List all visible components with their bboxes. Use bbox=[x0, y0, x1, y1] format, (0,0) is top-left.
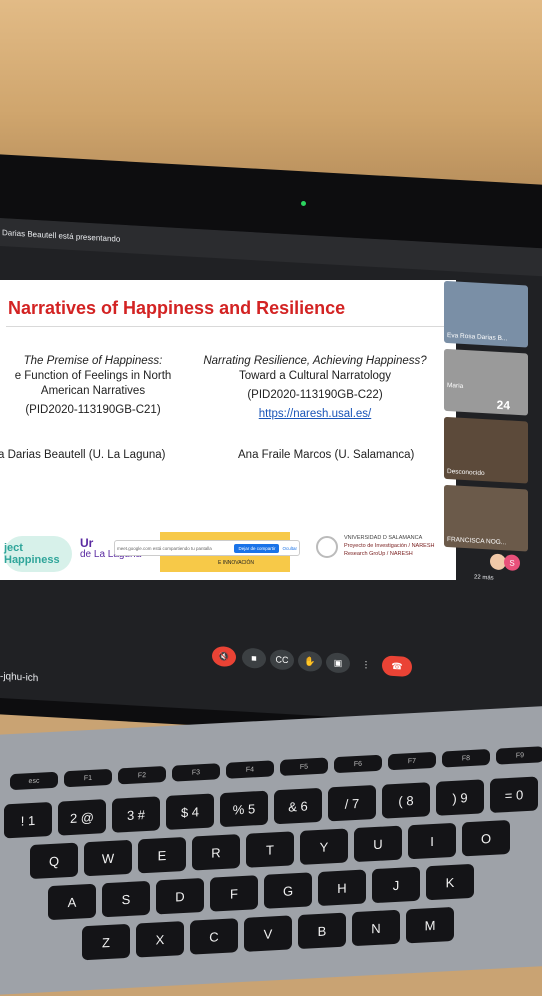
keyboard-key[interactable]: A bbox=[48, 883, 96, 921]
participant-name: Maria bbox=[447, 381, 464, 390]
keyboard-key[interactable]: F8 bbox=[442, 748, 490, 768]
project-happiness-text: ject Happiness bbox=[4, 542, 60, 566]
keyboard-key[interactable]: % 5 bbox=[220, 790, 268, 828]
keyboard-key[interactable]: W bbox=[84, 839, 132, 877]
screen-share-banner: meet.google.com está compartiendo tu pan… bbox=[114, 540, 300, 556]
raise-hand-icon[interactable]: ✋ bbox=[298, 650, 322, 673]
usal-logo: VNIVERSIDAD D SALAMANCA Proyecto de Inve… bbox=[316, 534, 444, 574]
usal-line1: VNIVERSIDAD D SALAMANCA bbox=[344, 535, 423, 541]
hide-banner-button[interactable]: Ocultar bbox=[282, 546, 297, 551]
participant-tile[interactable]: Desconocido bbox=[444, 416, 528, 484]
keyboard-key[interactable]: F9 bbox=[496, 746, 542, 765]
participant-name: Desconocido bbox=[447, 467, 485, 478]
participant-badge: 24 bbox=[496, 397, 510, 413]
project-happiness-logo: ject Happiness bbox=[4, 536, 72, 572]
right-project: Narrating Resilience, Achieving Happines… bbox=[200, 354, 430, 422]
more-participants-count[interactable]: 22 más bbox=[474, 575, 494, 582]
keyboard-key[interactable]: X bbox=[136, 921, 184, 958]
avatar-letter: S bbox=[509, 557, 515, 568]
slide-divider bbox=[6, 326, 444, 327]
keyboard-key[interactable]: O bbox=[462, 819, 510, 857]
slide-logos: ject Happiness Ur de La Laguna meet.goog… bbox=[0, 528, 456, 580]
keyboard-key[interactable]: F3 bbox=[172, 763, 220, 782]
keyboard-key[interactable]: F6 bbox=[334, 754, 382, 774]
keyboard-key[interactable]: F7 bbox=[388, 751, 436, 771]
mic-off-icon[interactable]: 🔇 bbox=[212, 645, 236, 668]
keyboard-key[interactable]: F bbox=[210, 875, 258, 912]
keyboard-key[interactable]: ! 1 bbox=[4, 801, 52, 839]
keyboard-key[interactable]: F4 bbox=[226, 760, 274, 779]
keyboard-key[interactable]: V bbox=[244, 915, 292, 952]
participant-name: Eva Rosa Darias B... bbox=[447, 331, 508, 343]
keyboard-key[interactable]: ( 8 bbox=[382, 782, 430, 819]
left-line1: The Premise of Happiness: bbox=[23, 355, 163, 367]
present-icon[interactable]: ▣ bbox=[326, 652, 350, 674]
stop-sharing-button[interactable]: Dejar de compartir bbox=[234, 543, 280, 553]
usal-text: VNIVERSIDAD D SALAMANCA Proyecto de Inve… bbox=[344, 534, 435, 558]
share-banner-text: meet.google.com está compartiendo tu pan… bbox=[117, 545, 212, 551]
keyboard-key[interactable]: G bbox=[264, 872, 312, 909]
keyboard-key[interactable]: ) 9 bbox=[436, 779, 484, 816]
participant-name: FRANCISCA NOG... bbox=[447, 535, 507, 547]
leave-call-icon[interactable]: ☎ bbox=[382, 655, 412, 678]
keyboard-key[interactable]: H bbox=[318, 869, 366, 907]
keyboard-key[interactable]: 2 @ bbox=[58, 799, 106, 836]
laptop-keyboard: escF1F2F3F4F5F6F7F8F9F10! 12 @3 #$ 4% 5&… bbox=[0, 703, 542, 996]
keyboard-key[interactable]: F2 bbox=[118, 765, 166, 785]
keyboard-key[interactable]: R bbox=[192, 834, 240, 871]
keyboard-key[interactable]: $ 4 bbox=[166, 793, 214, 830]
keyboard-key[interactable]: F1 bbox=[64, 768, 112, 788]
usal-line3: Research GroUp / NARESH bbox=[344, 551, 413, 557]
keyboard-key[interactable]: & 6 bbox=[274, 787, 322, 825]
usal-seal-icon bbox=[316, 536, 338, 558]
keyboard-key[interactable]: N bbox=[352, 909, 400, 947]
participant-tile[interactable]: FRANCISCA NOG... bbox=[444, 484, 528, 552]
right-line3: (PID2020-113190GB-C22) bbox=[247, 389, 383, 401]
left-project: The Premise of Happiness: e Function of … bbox=[0, 354, 188, 418]
more-options-icon[interactable]: ⋮ bbox=[354, 654, 378, 675]
usal-line2: Proyecto de Investigación / NARESH bbox=[344, 543, 435, 549]
keyboard-key[interactable]: = 0 bbox=[490, 776, 538, 813]
left-line4: (PID2020-113190GB-C21) bbox=[25, 404, 161, 416]
left-author: a Darias Beautell (U. La Laguna) bbox=[0, 449, 166, 461]
keyboard-key[interactable]: D bbox=[156, 877, 204, 915]
innovation-text: E INNOVACIÓN bbox=[218, 560, 255, 566]
keyboard-key[interactable]: I bbox=[408, 822, 456, 860]
meet-window: Darias Beautell está presentando Narrati… bbox=[0, 218, 542, 729]
keyboard-key[interactable]: Q bbox=[30, 842, 78, 880]
keyboard-key[interactable]: F5 bbox=[280, 757, 328, 776]
participant-tiles: Eva Rosa Darias B... Maria 24 Desconocid… bbox=[444, 280, 542, 552]
keyboard-key[interactable]: T bbox=[246, 831, 294, 868]
presented-slide: Narratives of Happiness and Resilience T… bbox=[0, 280, 456, 580]
keyboard-key[interactable]: Y bbox=[300, 828, 348, 865]
keyboard-key[interactable]: 3 # bbox=[112, 796, 160, 833]
webcam-light bbox=[301, 201, 306, 206]
camera-icon[interactable]: ■ bbox=[242, 647, 266, 669]
keyboard-key[interactable]: C bbox=[190, 918, 238, 955]
right-link[interactable]: https://naresh.usal.es/ bbox=[200, 407, 430, 422]
avatar: S bbox=[504, 554, 520, 572]
keyboard-key[interactable]: B bbox=[298, 912, 346, 950]
participant-tile[interactable]: Maria 24 bbox=[444, 348, 528, 416]
captions-icon[interactable]: CC bbox=[270, 649, 294, 671]
keyboard-key[interactable]: / 7 bbox=[328, 784, 376, 822]
keyboard-key[interactable]: esc bbox=[10, 771, 58, 791]
keyboard-key[interactable]: S bbox=[102, 880, 150, 918]
keyboard-key[interactable]: M bbox=[406, 906, 454, 944]
right-author: Ana Fraile Marcos (U. Salamanca) bbox=[238, 449, 415, 461]
presenter-banner-text: Darias Beautell está presentando bbox=[2, 227, 121, 244]
keyboard-key[interactable]: E bbox=[138, 836, 186, 874]
keyboard-key[interactable]: U bbox=[354, 825, 402, 863]
left-line3: American Narratives bbox=[40, 385, 146, 397]
keyboard-key[interactable]: Z bbox=[82, 923, 130, 961]
keyboard-key[interactable]: K bbox=[426, 863, 474, 901]
left-line2: e Function of Feelings in North bbox=[14, 370, 172, 382]
keyboard-key[interactable]: J bbox=[372, 866, 420, 904]
slide-title: Narratives of Happiness and Resilience bbox=[8, 298, 346, 318]
meeting-code: -jqhu-ich bbox=[0, 671, 39, 685]
participant-tile[interactable]: Eva Rosa Darias B... bbox=[444, 280, 528, 348]
right-line1: Narrating Resilience, Achieving Happines… bbox=[203, 355, 427, 367]
right-line2: Toward a Cultural Narratology bbox=[238, 370, 392, 382]
